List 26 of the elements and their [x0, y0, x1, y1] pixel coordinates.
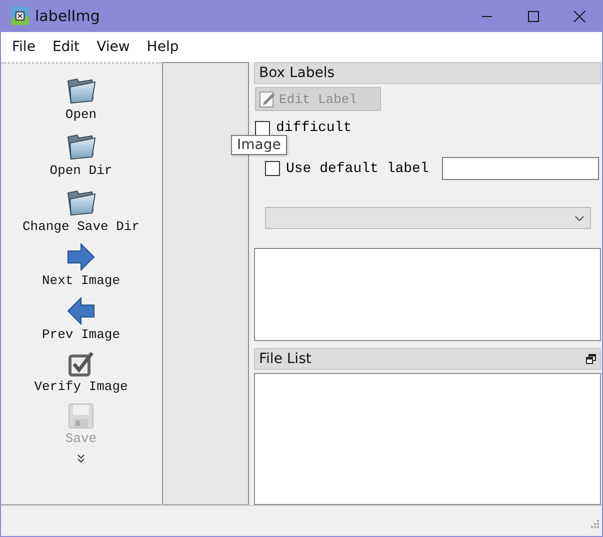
menu-item[interactable]: View [88, 39, 138, 55]
toolbar-button[interactable]: Prev Image [40, 294, 122, 345]
checkbox[interactable]: Use default label [265, 160, 429, 176]
left-arrow-icon [66, 297, 96, 325]
window-title: labelImg [35, 7, 101, 25]
menu-item[interactable]: File [3, 39, 44, 55]
menu-item[interactable]: Edit [43, 39, 88, 55]
app-icon [11, 7, 29, 25]
float-icon[interactable] [586, 354, 596, 364]
file-list[interactable] [254, 373, 601, 505]
toolbar-button[interactable]: Next Image [40, 240, 122, 291]
checkbox[interactable]: difficult [255, 120, 601, 136]
toolbar-button[interactable]: Open [63, 72, 99, 125]
default-label-field[interactable] [442, 157, 599, 180]
dock-title: File List [259, 351, 312, 367]
toolbar-button[interactable]: Change Save Dir [20, 184, 142, 237]
right-arrow-icon [66, 243, 96, 271]
toolbar-button[interactable]: Verify Image [32, 348, 130, 397]
tooltip: Image [231, 135, 287, 155]
resize-grip-icon[interactable] [589, 518, 599, 528]
menu-item[interactable]: Help [138, 39, 187, 55]
dock-title: Box Labels [259, 65, 335, 81]
label-list[interactable] [254, 248, 601, 341]
chevron-icon[interactable] [77, 454, 85, 463]
edit-icon [259, 90, 277, 108]
toolbar-button[interactable]: Open Dir [48, 128, 114, 181]
